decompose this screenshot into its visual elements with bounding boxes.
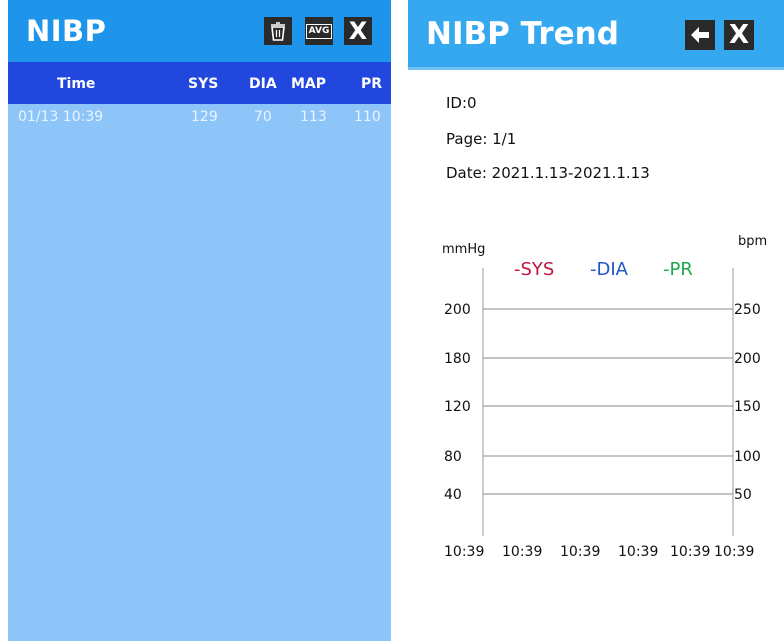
table-header: Time SYS DIA MAP PR xyxy=(8,62,391,104)
row-pr: 110 xyxy=(354,109,381,125)
right-axis-ticks: 250 200 150 100 50 xyxy=(734,302,761,503)
x-tick-label-1: 10:39 xyxy=(502,544,542,560)
right-tick-label-0: 250 xyxy=(734,302,761,318)
left-axis-ticks: 200 180 120 80 40 xyxy=(444,302,471,503)
close-icon: X xyxy=(348,17,368,45)
row-sys: 129 xyxy=(191,109,218,125)
nibp-trend-panel: NIBP Trend X ID:0 Page: 1/1 Date: 2021.1… xyxy=(408,0,784,641)
x-tick-label-0: 10:39 xyxy=(444,544,484,560)
left-axis-unit: mmHg xyxy=(442,242,485,257)
column-header-sys: SYS xyxy=(188,76,219,92)
legend-item-1: -DIA xyxy=(590,259,629,280)
column-header-map: MAP xyxy=(291,76,327,92)
right-tick-label-3: 100 xyxy=(734,449,761,465)
left-tick-label-0: 200 xyxy=(444,302,471,318)
left-tick-label-1: 180 xyxy=(444,351,471,367)
row-map: 113 xyxy=(300,109,327,125)
row-dia: 70 xyxy=(254,109,272,125)
right-tick-label-2: 150 xyxy=(734,399,761,415)
column-header-pr: PR xyxy=(361,76,383,92)
column-header-time: Time xyxy=(57,76,96,92)
legend-item-2: -PR xyxy=(663,259,693,280)
left-tick-label-3: 80 xyxy=(444,449,462,465)
trend-chart: mmHg bpm -SYS -DIA -PR 200 180 120 80 40 250 20… xyxy=(442,234,767,560)
x-tick-label-3: 10:39 xyxy=(618,544,658,560)
left-tick-label-2: 120 xyxy=(444,399,471,415)
row-time: 01/13 10:39 xyxy=(18,109,104,125)
left-tick-label-4: 40 xyxy=(444,487,462,503)
column-header-dia: DIA xyxy=(249,76,277,92)
legend-item-0: -SYS xyxy=(514,259,554,280)
close-button[interactable]: X xyxy=(344,17,372,45)
x-tick-label-2: 10:39 xyxy=(560,544,600,560)
right-axis-unit: bpm xyxy=(738,234,767,249)
table-row[interactable]: 01/13 10:39 129 70 113 110 xyxy=(8,104,391,128)
avg-icon: AVG xyxy=(305,23,333,39)
right-tick-label-4: 50 xyxy=(734,487,752,503)
right-tick-label-1: 200 xyxy=(734,351,761,367)
chart-grid xyxy=(483,308,733,495)
x-tick-label-4: 10:39 xyxy=(670,544,710,560)
delete-button[interactable] xyxy=(264,17,292,45)
nibp-header: NIBP AVG X xyxy=(8,0,391,62)
nibp-list-panel: NIBP AVG X Time SYS DIA MAP PR 01/13 10:… xyxy=(8,0,391,641)
page-title: NIBP xyxy=(26,14,107,48)
average-button[interactable]: AVG xyxy=(305,17,333,45)
x-axis-labels: 10:39 10:39 10:39 10:39 10:39 10:39 xyxy=(444,544,754,560)
chart-legend: -SYS -DIA -PR xyxy=(514,259,693,280)
x-tick-label-5: 10:39 xyxy=(714,544,754,560)
trash-icon xyxy=(269,21,287,41)
